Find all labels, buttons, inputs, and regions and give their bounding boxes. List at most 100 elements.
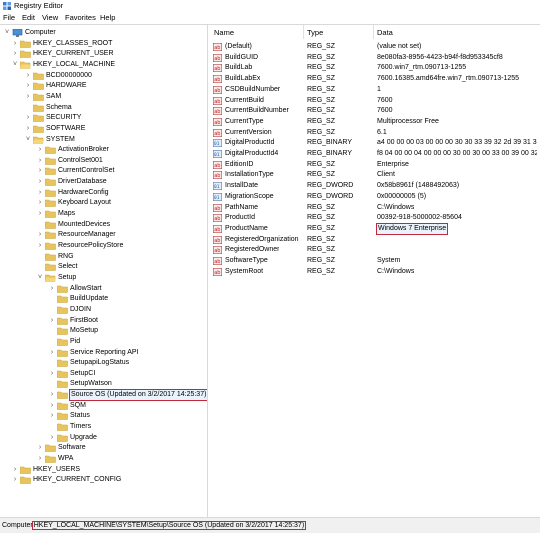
expand-icon[interactable]: › [11,50,19,58]
collapse-icon[interactable]: ˅ [3,29,11,37]
value-row-migrationscope[interactable]: 01 MigrationScope REG_DWORD 0x00000005 (5) [208,192,540,202]
tree-node-maps[interactable]: › Maps [0,209,200,219]
tree-node-select[interactable]: Select [0,262,200,272]
tree-node-hkey-users[interactable]: › HKEY_USERS [0,465,200,475]
tree-node-resourcepolicystore[interactable]: › ResourcePolicyStore [0,241,200,251]
expand-icon[interactable]: › [24,114,32,122]
tree-node-timers[interactable]: Timers [0,422,200,432]
expand-icon[interactable]: › [48,370,56,378]
value-row-installdate[interactable]: 01 InstallDate REG_DWORD 0x58b8961f (148849… [208,181,540,191]
tree-node-firstboot[interactable]: › FirstBoot [0,316,200,326]
value-row-pathname[interactable]: ab PathName REG_SZ C:\Windows [208,203,540,213]
expand-icon[interactable]: › [24,93,32,101]
value-row-currentbuildnumber[interactable]: ab CurrentBuildNumber REG_SZ 7600 [208,106,540,116]
tree-node-sam[interactable]: › SAM [0,92,200,102]
tree-node-sqm[interactable]: › SQM [0,401,200,411]
tree-node-software[interactable]: › SOFTWARE [0,124,200,134]
tree-node-pid[interactable]: Pid [0,337,200,347]
expand-icon[interactable]: › [48,434,56,442]
column-divider[interactable] [303,25,304,39]
expand-icon[interactable]: › [36,189,44,197]
tree-node-hkey-classes-root[interactable]: › HKEY_CLASSES_ROOT [0,39,200,49]
value-row-systemroot[interactable]: ab SystemRoot REG_SZ C:\Windows [208,267,540,277]
menu-help[interactable]: Help [100,13,115,23]
value-row-editionid[interactable]: ab EditionID REG_SZ Enterprise [208,160,540,170]
tree-node-bcd00000000[interactable]: › BCD00000000 [0,71,200,81]
tree-node-schema[interactable]: Schema [0,103,200,113]
tree-node-setupwatson[interactable]: SetupWatson [0,379,200,389]
registry-tree[interactable]: ˅ Computer › HKEY_CLASSES_ROOT › HKEY_CURRENT… [0,24,208,517]
tree-node-security[interactable]: › SECURITY [0,113,200,123]
expand-icon[interactable]: › [36,146,44,154]
expand-icon[interactable]: › [36,157,44,165]
value-row-installationtype[interactable]: ab InstallationType REG_SZ Client [208,170,540,180]
menu-view[interactable]: View [42,13,58,23]
collapse-icon[interactable]: ˅ [36,274,44,282]
column-header-name[interactable]: Name [214,28,234,38]
value-row-registeredowner[interactable]: ab RegisteredOwner REG_SZ [208,245,540,255]
menu-file[interactable]: File [3,13,15,23]
tree-node-keyboard-layout[interactable]: › Keyboard Layout [0,198,200,208]
expand-icon[interactable]: › [48,402,56,410]
menu-edit[interactable]: Edit [22,13,35,23]
value-row-currenttype[interactable]: ab CurrentType REG_SZ Multiprocessor Free [208,117,540,127]
value-row-digitalproductid[interactable]: 01 DigitalProductId REG_BINARY a4 00 00 00 … [208,138,540,148]
tree-node-source-os-updated-on-3-2-2017-14-25-37[interactable]: › Source OS (Updated on 3/2/2017 14:25:37… [0,389,207,402]
value-row-default[interactable]: ab (Default) REG_SZ (value not set) [208,42,540,52]
collapse-icon[interactable]: ˅ [24,136,32,144]
tree-node-currentcontrolset[interactable]: › CurrentControlSet [0,166,200,176]
expand-icon[interactable]: › [36,210,44,218]
collapse-icon[interactable]: ˅ [11,61,19,69]
tree-node-mosetup[interactable]: MoSetup [0,326,200,336]
column-header-data[interactable]: Data [377,28,393,38]
value-row-csdbuildnumber[interactable]: ab CSDBuildNumber REG_SZ 1 [208,85,540,95]
value-row-currentversion[interactable]: ab CurrentVersion REG_SZ 6.1 [208,128,540,138]
expand-icon[interactable]: › [36,178,44,186]
expand-icon[interactable]: › [36,242,44,250]
value-row-productid[interactable]: ab ProductId REG_SZ 00392-918-5000002-85604 [208,213,540,223]
tree-node-activationbroker[interactable]: › ActivationBroker [0,145,200,155]
tree-node-hardwareconfig[interactable]: › HardwareConfig [0,188,200,198]
tree-node-setupci[interactable]: › SetupCI [0,369,200,379]
menu-favorites[interactable]: Favorites [65,13,96,23]
tree-node-rng[interactable]: RNG [0,252,200,262]
tree-node-service-reporting-api[interactable]: › Service Reporting API [0,348,200,358]
expand-icon[interactable]: › [24,125,32,133]
value-row-registeredorganization[interactable]: ab RegisteredOrganization REG_SZ [208,235,540,245]
expand-icon[interactable]: › [36,167,44,175]
tree-node-djoin[interactable]: DJOIN [0,305,200,315]
value-row-buildguid[interactable]: ab BuildGUID REG_SZ 8e080fa3-8956-4423-b94f… [208,53,540,63]
expand-icon[interactable]: › [36,231,44,239]
expand-icon[interactable]: › [24,72,32,80]
tree-node-allowstart[interactable]: › AllowStart [0,284,200,294]
tree-node-controlset001[interactable]: › ControlSet001 [0,156,200,166]
value-row-buildlab[interactable]: ab BuildLab REG_SZ 7600.win7_rtm.090713-125… [208,63,540,73]
value-row-buildlabex[interactable]: ab BuildLabEx REG_SZ 7600.16385.amd64fre.wi… [208,74,540,84]
tree-node-wpa[interactable]: › WPA [0,454,200,464]
column-divider[interactable] [373,25,374,39]
expand-icon[interactable]: › [11,466,19,474]
value-row-productname[interactable]: ab ProductName REG_SZ Windows 7 Enterprise [208,222,540,235]
tree-node-setup[interactable]: ˅ Setup [0,273,200,283]
tree-node-system[interactable]: ˅ SYSTEM [0,135,200,145]
tree-node-buildupdate[interactable]: BuildUpdate [0,294,200,304]
tree-node-status[interactable]: › Status [0,411,200,421]
tree-node-software[interactable]: › Software [0,443,200,453]
tree-node-driverdatabase[interactable]: › DriverDatabase [0,177,200,187]
tree-node-hardware[interactable]: › HARDWARE [0,81,200,91]
expand-icon[interactable]: › [36,455,44,463]
tree-node-hkey-current-user[interactable]: › HKEY_CURRENT_USER [0,49,200,59]
tree-node-hkey-local-machine[interactable]: ˅ HKEY_LOCAL_MACHINE [0,60,200,70]
tree-node-setupapilogstatus[interactable]: SetupapiLogStatus [0,358,200,368]
expand-icon[interactable]: › [48,391,56,399]
expand-icon[interactable]: › [36,444,44,452]
column-header-type[interactable]: Type [307,28,323,38]
expand-icon[interactable]: › [11,40,19,48]
expand-icon[interactable]: › [11,476,19,484]
tree-node-upgrade[interactable]: › Upgrade [0,433,200,443]
expand-icon[interactable]: › [48,412,56,420]
value-row-currentbuild[interactable]: ab CurrentBuild REG_SZ 7600 [208,96,540,106]
tree-node-computer[interactable]: ˅ Computer [0,28,200,38]
value-row-softwaretype[interactable]: ab SoftwareType REG_SZ System [208,256,540,266]
expand-icon[interactable]: › [36,199,44,207]
